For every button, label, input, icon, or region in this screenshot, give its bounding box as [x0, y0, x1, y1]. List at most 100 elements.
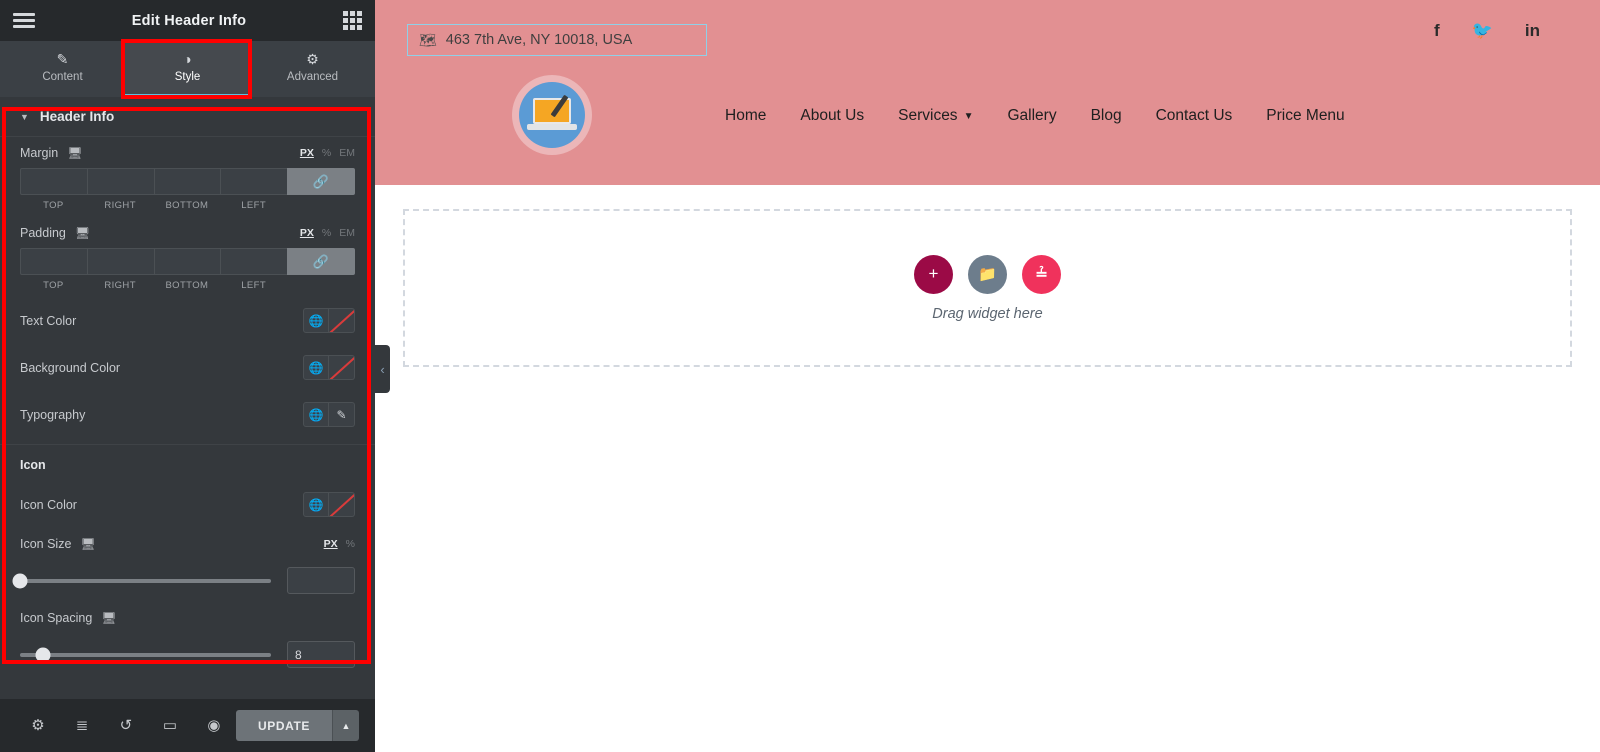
navigator-icon[interactable]: ≣	[60, 718, 104, 733]
tab-style-label: Style	[174, 71, 201, 83]
drop-zone[interactable]: + 📁 ≟ Drag widget here	[403, 209, 1572, 367]
padding-header: Padding 🖥 PX % EM	[20, 226, 355, 240]
responsive-mode-icon[interactable]: ▭	[148, 718, 192, 733]
padding-top-input[interactable]	[20, 248, 87, 275]
icon-size-input[interactable]	[287, 567, 355, 594]
panel-controls: ▼ Header Info Margin 🖥 PX % EM TOP RIGHT…	[0, 97, 375, 699]
address-bar: 🗺 463 7th Ave, NY 10018, USA	[407, 0, 1568, 56]
icon-spacing-input[interactable]: 8	[287, 641, 355, 668]
margin-right-col: RIGHT	[86, 168, 154, 211]
elementor-panel: Edit Header Info ✎ Content ◑ Style ⚙ Adv…	[0, 0, 375, 752]
padding-units: PX % EM	[300, 227, 355, 239]
site-header: 🗺 463 7th Ave, NY 10018, USA f 🐦 in Home	[375, 0, 1600, 185]
nav-item-about-us[interactable]: About Us	[800, 107, 864, 125]
icon-size-unit-percent[interactable]: %	[346, 538, 355, 550]
icon-size-slider[interactable]	[12, 573, 271, 588]
nav-item-services-label: Services	[898, 107, 958, 124]
nav-item-home[interactable]: Home	[725, 107, 766, 125]
icon-size-slider-thumb[interactable]	[12, 573, 28, 588]
preview-canvas: 🗺 463 7th Ave, NY 10018, USA f 🐦 in Home	[375, 0, 1600, 752]
nav-strip: Home About Us Services ▼ Gallery Blog Co…	[407, 72, 1568, 160]
history-icon[interactable]: ↺	[104, 718, 148, 733]
padding-right-caption: RIGHT	[104, 280, 136, 291]
site-logo[interactable]	[497, 72, 605, 160]
margin-unit-px[interactable]: PX	[300, 147, 314, 159]
typography-label: Typography	[20, 407, 86, 422]
panel-collapse-handle[interactable]: ‹	[375, 345, 390, 393]
icon-spacing-slider-thumb[interactable]	[35, 647, 51, 662]
nav-item-services[interactable]: Services ▼	[898, 107, 973, 125]
padding-fields: TOP RIGHT BOTTOM LEFT 🔗	[20, 248, 355, 291]
padding-left-input[interactable]	[220, 248, 287, 275]
margin-unit-percent[interactable]: %	[322, 147, 331, 159]
margin-top-input[interactable]	[20, 168, 87, 195]
map-icon: 🗺	[419, 32, 437, 48]
desktop-icon[interactable]: 🖥	[80, 538, 95, 550]
elementor-logo-button[interactable]: ≟	[1022, 254, 1061, 294]
grid-icon[interactable]	[343, 11, 362, 30]
background-color-swatch[interactable]	[329, 355, 355, 380]
settings-icon[interactable]: ⚙	[16, 718, 60, 733]
globe-icon[interactable]: 🌐	[303, 355, 329, 380]
update-options-button[interactable]: ▲	[332, 710, 359, 741]
icon-spacing-label: Icon Spacing	[20, 611, 93, 625]
icon-color-controls: 🌐	[303, 492, 355, 517]
margin-unit-em[interactable]: EM	[339, 147, 355, 159]
padding-top-col: TOP	[20, 248, 87, 291]
nav-item-gallery[interactable]: Gallery	[1007, 107, 1056, 125]
tab-content[interactable]: ✎ Content	[0, 41, 125, 97]
icon-spacing-slider[interactable]	[20, 647, 271, 662]
nav-item-blog[interactable]: Blog	[1091, 107, 1122, 125]
tab-advanced[interactable]: ⚙ Advanced	[250, 41, 375, 97]
globe-icon[interactable]: 🌐	[303, 308, 329, 333]
icon-size-unit-px[interactable]: PX	[324, 538, 338, 550]
margin-left-input[interactable]	[220, 168, 287, 195]
section-header-info[interactable]: ▼ Header Info	[0, 97, 375, 137]
padding-right-input[interactable]	[86, 248, 154, 275]
linkedin-icon[interactable]: in	[1525, 22, 1540, 39]
margin-control: Margin 🖥 PX % EM TOP RIGHT BOTTOM LEFT 🔗	[0, 137, 375, 217]
desktop-icon[interactable]: 🖥	[67, 147, 82, 159]
globe-icon[interactable]: 🌐	[303, 402, 329, 427]
padding-right-col: RIGHT	[86, 248, 154, 291]
margin-right-caption: RIGHT	[104, 200, 136, 211]
globe-icon[interactable]: 🌐	[303, 492, 329, 517]
icon-color-control: Icon Color 🌐	[0, 481, 375, 528]
tab-style[interactable]: ◑ Style	[125, 41, 250, 97]
hamburger-icon[interactable]	[13, 13, 35, 28]
pencil-icon: ✎	[336, 407, 347, 422]
icon-color-swatch[interactable]	[329, 492, 355, 517]
typography-edit-button[interactable]: ✎	[329, 402, 355, 427]
dropzone-buttons: + 📁 ≟	[914, 254, 1061, 294]
icon-size-header: Icon Size 🖥 PX %	[20, 537, 355, 551]
twitter-icon[interactable]: 🐦	[1472, 22, 1493, 39]
facebook-icon[interactable]: f	[1434, 22, 1440, 39]
address-widget[interactable]: 🗺 463 7th Ave, NY 10018, USA	[407, 24, 707, 56]
nav-item-price-menu[interactable]: Price Menu	[1266, 107, 1344, 125]
editor-root: Edit Header Info ✎ Content ◑ Style ⚙ Adv…	[0, 0, 1600, 752]
icon-size-units: PX %	[324, 538, 355, 550]
margin-bottom-input[interactable]	[153, 168, 221, 195]
padding-unit-percent[interactable]: %	[322, 227, 331, 239]
margin-top-caption: TOP	[43, 200, 64, 211]
text-color-swatch[interactable]	[329, 308, 355, 333]
margin-right-input[interactable]	[86, 168, 154, 195]
padding-bottom-input[interactable]	[153, 248, 221, 275]
padding-unit-em[interactable]: EM	[339, 227, 355, 239]
margin-bottom-caption: BOTTOM	[165, 200, 209, 211]
nav-item-contact-us[interactable]: Contact Us	[1156, 107, 1233, 125]
chevron-down-icon: ▼	[963, 110, 974, 122]
add-section-button[interactable]: +	[914, 254, 953, 294]
desktop-icon[interactable]: 🖥	[101, 612, 116, 624]
add-template-button[interactable]: 📁	[968, 254, 1007, 294]
padding-unit-px[interactable]: PX	[300, 227, 314, 239]
background-color-label: Background Color	[20, 360, 121, 375]
desktop-icon[interactable]: 🖥	[75, 227, 90, 239]
text-color-label: Text Color	[20, 313, 77, 328]
update-button[interactable]: UPDATE	[235, 710, 332, 741]
background-color-controls: 🌐	[303, 355, 355, 380]
margin-link-icon[interactable]: 🔗	[287, 168, 355, 195]
padding-link-icon[interactable]: 🔗	[287, 248, 355, 275]
padding-left-caption: LEFT	[241, 280, 267, 291]
preview-icon[interactable]: ◉	[192, 718, 236, 733]
